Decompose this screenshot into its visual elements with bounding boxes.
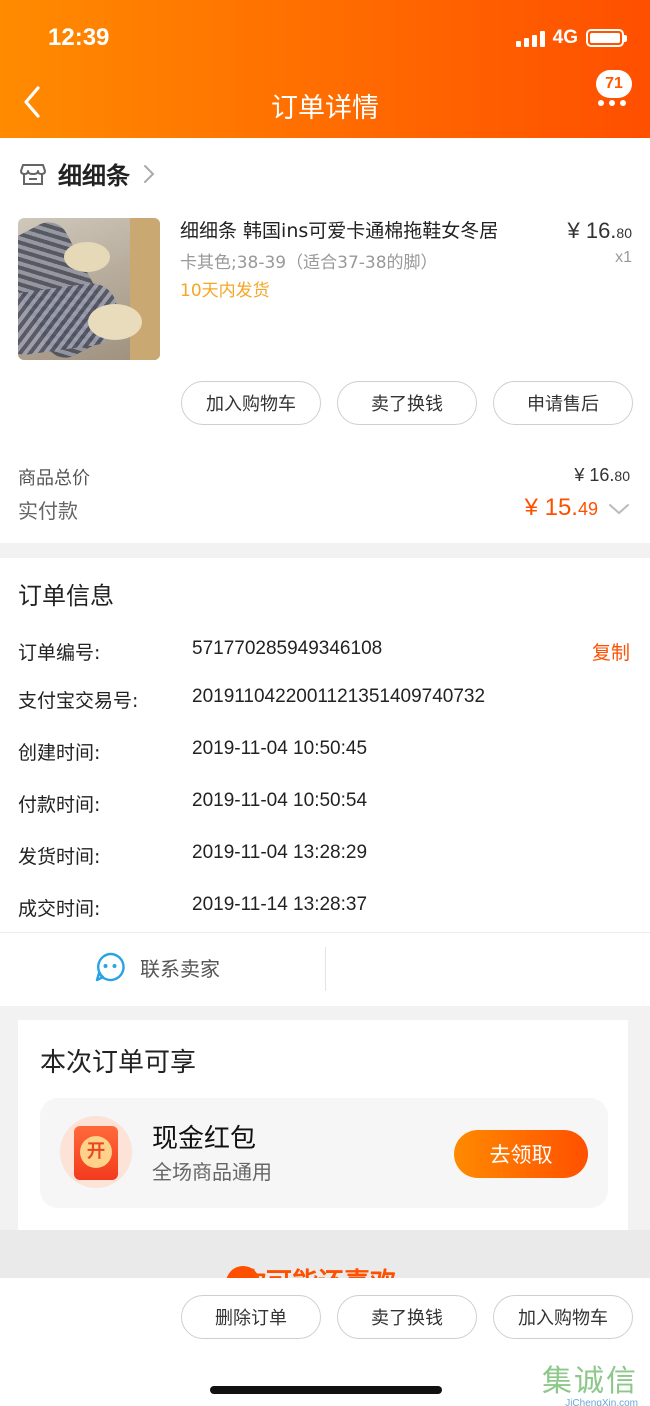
coupon-subtitle: 全场商品通用 [152, 1160, 272, 1184]
watermark: 集诚信 JiChengXin.com [542, 1356, 638, 1406]
claim-button[interactable]: 去领取 [454, 1130, 588, 1178]
shipping-note: 10天内发货 [180, 281, 270, 301]
store-icon [20, 163, 46, 185]
battery-icon [586, 29, 627, 47]
product-variant: 卡其色;38-39（适合37-38的脚） [180, 253, 438, 273]
red-packet-icon-text: 开 [80, 1136, 112, 1168]
paid-time-value: 2019-11-04 10:50:54 [192, 790, 368, 811]
total-value-dec: 80 [614, 468, 630, 484]
order-info-card: 订单信息 订单编号: 571770285949346108 复制 支付宝交易号:… [0, 558, 650, 932]
order-info-title: 订单信息 [18, 582, 114, 610]
paid-time-row: 付款时间: 2019-11-04 10:50:54 [18, 790, 632, 820]
order-number-value: 571770285949346108 [192, 638, 383, 659]
shop-link[interactable]: 细细条 [20, 156, 156, 191]
created-time-value: 2019-11-04 10:50:45 [192, 738, 368, 759]
total-value-int: ¥ 16. [574, 465, 615, 485]
bottom-sell-button[interactable]: 卖了换钱 [337, 1295, 477, 1339]
network-type: 4G [552, 27, 578, 48]
delete-order-button[interactable]: 删除订单 [181, 1295, 321, 1339]
product-thumbnail[interactable] [18, 218, 160, 360]
coupon-title: 现金红包 [152, 1124, 257, 1154]
status-indicators: 4G [515, 27, 627, 49]
sell-button[interactable]: 卖了换钱 [337, 381, 477, 425]
product-price-dec: 80 [616, 225, 632, 241]
home-indicator[interactable] [210, 1386, 442, 1394]
bottom-add-to-cart-button[interactable]: 加入购物车 [493, 1295, 633, 1339]
watermark-logo: 集诚信 [542, 1364, 638, 1399]
promo-card: 本次订单可享 开 现金红包 全场商品通用 去领取 [18, 1020, 628, 1230]
order-number-row: 订单编号: 571770285949346108 复制 [18, 638, 632, 668]
shipped-time-row: 发货时间: 2019-11-04 13:28:29 [18, 842, 632, 872]
page-title: 订单详情 [271, 93, 379, 124]
paid-value-dec: 49 [577, 499, 598, 519]
header-bar: 12:39 4G 订单详情 71 [0, 0, 650, 138]
chevron-right-icon [144, 164, 155, 183]
shop-name: 细细条 [58, 162, 130, 190]
completed-time-row: 成交时间: 2019-11-14 13:28:37 [18, 894, 632, 924]
order-number-label: 订单编号: [18, 642, 101, 664]
recommendation-header: 你可能还喜欢 [0, 1230, 650, 1278]
product-title[interactable]: 细细条 韩国ins可爱卡通棉拖鞋女冬居 [180, 216, 498, 243]
signal-icon [515, 29, 545, 47]
created-time-row: 创建时间: 2019-11-04 10:50:45 [18, 738, 632, 768]
contact-seller-label: 联系卖家 [140, 956, 220, 981]
paid-time-label: 付款时间: [18, 794, 101, 816]
recommendation-label: 你可能还喜欢 [240, 1262, 396, 1278]
paid-value-int: ¥ 15. [524, 494, 578, 521]
paid-label: 实付款 [18, 499, 78, 523]
shipped-time-label: 发货时间: [18, 846, 101, 868]
contact-seller-button[interactable]: 联系卖家 [94, 951, 220, 983]
created-time-label: 创建时间: [18, 742, 101, 764]
status-time: 12:39 [48, 24, 110, 51]
after-sale-button[interactable]: 申请售后 [493, 381, 633, 425]
red-packet-icon: 开 [60, 1116, 132, 1188]
completed-time-value: 2019-11-14 13:28:37 [192, 894, 368, 915]
copy-button[interactable]: 复制 [592, 638, 630, 665]
promo-title: 本次订单可享 [40, 1048, 197, 1078]
product-card: 细细条 细细条 韩国ins可爱卡通棉拖鞋女冬居 卡其色;38-39（适合37-3… [0, 138, 650, 543]
shipped-time-value: 2019-11-04 13:28:29 [192, 842, 368, 863]
alipay-trade-value: 2019110422001121351409740732 [192, 686, 486, 707]
divider [325, 947, 326, 991]
chat-bubble-icon [95, 952, 125, 982]
add-to-cart-button[interactable]: 加入购物车 [181, 381, 321, 425]
chevron-down-icon[interactable] [608, 502, 630, 516]
product-quantity: x1 [615, 249, 632, 266]
product-price: ¥ 16.80 [567, 218, 632, 244]
completed-time-label: 成交时间: [18, 898, 101, 920]
paid-value: ¥ 15.49 [525, 494, 598, 522]
message-badge: 71 [596, 70, 632, 98]
contact-row: 联系卖家 [0, 932, 650, 1006]
total-label: 商品总价 [18, 468, 90, 489]
coupon-item: 开 现金红包 全场商品通用 去领取 [40, 1098, 608, 1208]
more-icon [598, 100, 626, 106]
product-price-int: ¥ 16. [567, 218, 617, 243]
alipay-trade-label: 支付宝交易号: [18, 690, 139, 712]
alipay-trade-row: 支付宝交易号: 2019110422001121351409740732 [18, 686, 632, 716]
watermark-url: JiChengXin.com [565, 1398, 638, 1406]
total-value: ¥ 16.80 [574, 465, 630, 486]
